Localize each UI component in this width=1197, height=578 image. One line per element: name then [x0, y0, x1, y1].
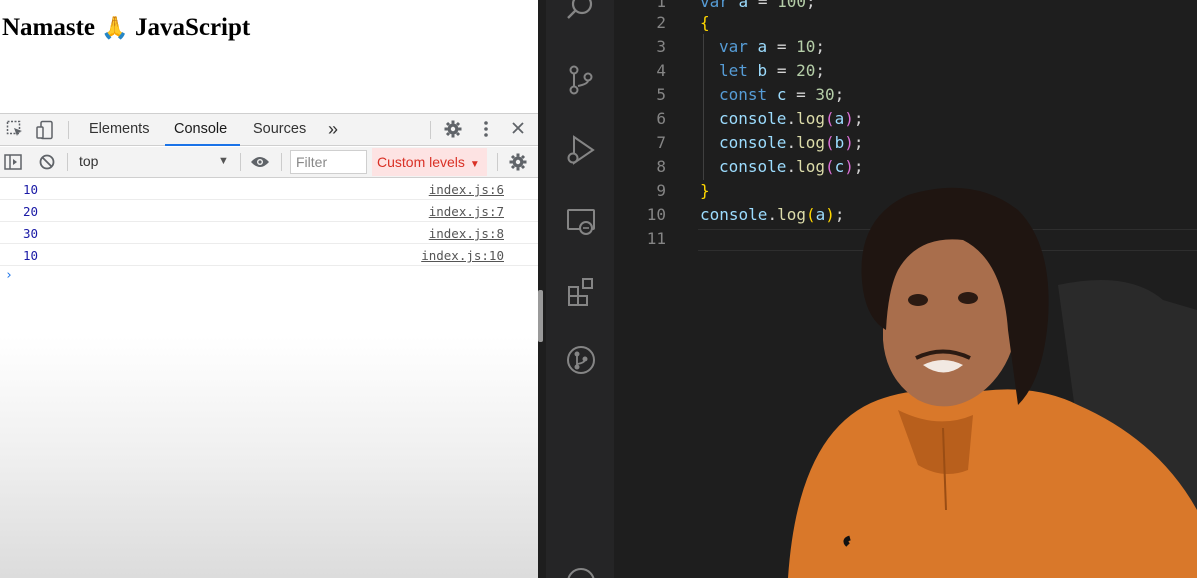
code-line-9[interactable]: } — [700, 181, 710, 200]
log-value: 30 — [23, 226, 39, 241]
line-number: 5 — [656, 85, 666, 104]
device-toggle-icon[interactable] — [35, 120, 55, 144]
console-output: 10 index.js:6 20 index.js:7 30 index.js:… — [0, 178, 538, 378]
line-number: 3 — [656, 37, 666, 56]
custom-levels-dropdown[interactable]: Custom levels ▼ — [372, 148, 487, 176]
line-number: 6 — [656, 109, 666, 128]
code-line-1[interactable]: var a = 100; — [700, 0, 816, 11]
heading-javascript: JavaScript — [134, 14, 251, 41]
code-line-2[interactable]: { — [700, 13, 710, 32]
tab-sources[interactable]: Sources — [253, 114, 306, 146]
toolbar-separator — [240, 153, 241, 171]
console-toolbar: top ▼ Custom levels ▼ — [0, 147, 538, 178]
pane-splitter-handle[interactable] — [538, 290, 543, 342]
log-source-link[interactable]: index.js:8 — [429, 226, 504, 241]
heading-namaste: Namaste — [2, 14, 96, 41]
tab-elements[interactable]: Elements — [89, 114, 149, 146]
code-line-3[interactable]: var a = 10; — [719, 37, 825, 56]
eye-icon[interactable] — [250, 155, 270, 174]
context-selector[interactable]: top — [79, 153, 98, 169]
console-settings-gear-icon[interactable] — [509, 153, 527, 176]
source-control-icon[interactable] — [565, 64, 597, 96]
code-line-4[interactable]: let b = 20; — [719, 61, 825, 80]
filter-input[interactable] — [291, 151, 366, 173]
console-prompt[interactable]: › — [5, 268, 13, 283]
filter-field[interactable] — [290, 150, 367, 174]
run-debug-icon[interactable] — [565, 134, 597, 166]
log-source-link[interactable]: index.js:6 — [429, 182, 504, 197]
toolbar-separator — [67, 153, 68, 171]
log-row: 10 index.js:10 — [0, 244, 538, 266]
settings-gear-icon[interactable] — [444, 120, 462, 142]
browser-window: Namaste 🙏 JavaScript Elements Console So… — [0, 0, 538, 578]
git-graph-icon[interactable] — [565, 344, 597, 376]
account-icon[interactable] — [565, 566, 597, 578]
close-icon[interactable] — [511, 120, 525, 142]
tab-console[interactable]: Console — [165, 114, 240, 146]
log-value: 20 — [23, 204, 39, 219]
line-number-gutter: 1 2 3 4 5 6 7 8 9 10 11 — [614, 0, 689, 578]
kebab-menu-icon[interactable] — [483, 120, 489, 142]
code-editor: 1 2 3 4 5 6 7 8 9 10 11 var a = 100; { v… — [538, 0, 1197, 578]
code-line-6[interactable]: console.log(a); — [719, 109, 864, 128]
log-source-link[interactable]: index.js:7 — [429, 204, 504, 219]
toolbar-separator — [281, 153, 282, 171]
log-row: 20 index.js:7 — [0, 200, 538, 222]
line-number: 2 — [656, 13, 666, 32]
log-row: 30 index.js:8 — [0, 222, 538, 244]
activity-bar — [546, 0, 614, 578]
log-value: 10 — [23, 248, 39, 263]
indent-guide — [703, 34, 704, 180]
inspect-icon[interactable] — [6, 120, 24, 142]
custom-levels-arrow: ▼ — [469, 159, 480, 170]
log-value: 10 — [23, 182, 39, 197]
clear-console-icon[interactable] — [38, 153, 56, 176]
code-line-8[interactable]: console.log(c); — [719, 157, 864, 176]
code-line-7[interactable]: console.log(b); — [719, 133, 864, 152]
context-dropdown-arrow[interactable]: ▼ — [218, 155, 229, 167]
page-heading: Namaste 🙏 JavaScript — [2, 14, 250, 42]
extensions-icon[interactable] — [565, 276, 597, 308]
line-number: 10 — [646, 205, 666, 224]
code-line-5[interactable]: const c = 30; — [719, 85, 844, 104]
remote-explorer-icon[interactable] — [565, 206, 597, 238]
tabbar-separator — [68, 121, 69, 139]
sidebar-toggle-icon[interactable] — [4, 153, 22, 176]
more-tabs-button[interactable]: » — [328, 114, 338, 146]
line-number: 11 — [646, 229, 666, 248]
line-number: 8 — [656, 157, 666, 176]
search-icon[interactable] — [565, 0, 597, 24]
devtools-panel: Elements Console Sources » top ▼ Filter … — [0, 113, 538, 578]
line-number: 1 — [656, 0, 666, 11]
line-number: 7 — [656, 133, 666, 152]
presenter-webcam-overlay — [788, 187, 1197, 578]
log-row: 10 index.js:6 — [0, 178, 538, 200]
line-number: 9 — [656, 181, 666, 200]
folded-hands-emoji: 🙏 — [101, 16, 129, 41]
devtools-tabbar: Elements Console Sources » — [0, 114, 538, 146]
tabbar-separator — [430, 121, 431, 139]
line-number: 4 — [656, 61, 666, 80]
log-source-link[interactable]: index.js:10 — [421, 248, 504, 263]
toolbar-separator — [497, 153, 498, 171]
custom-levels-label: Custom levels — [377, 154, 465, 170]
